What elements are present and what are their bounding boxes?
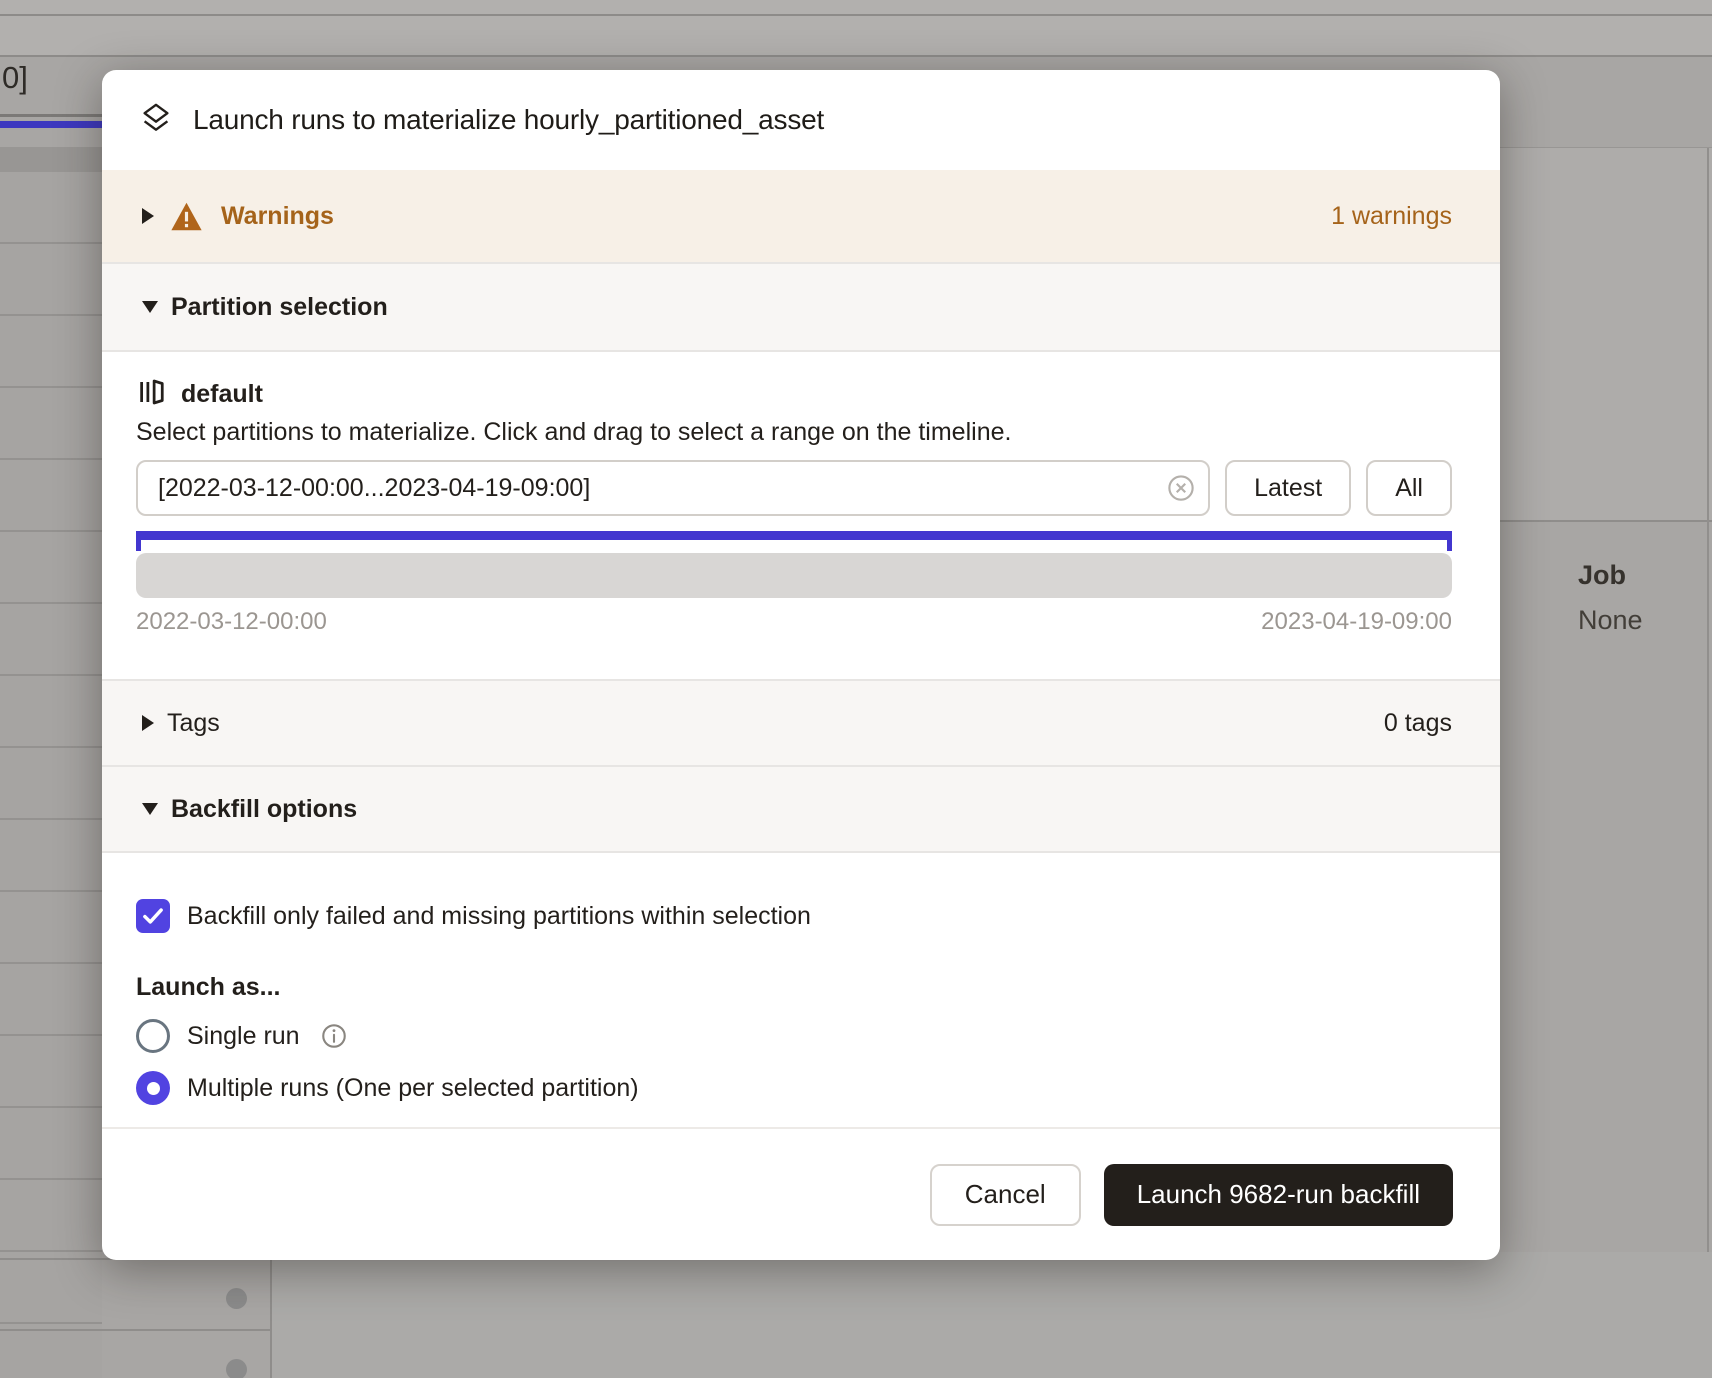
- tags-count: 0 tags: [1384, 709, 1452, 738]
- dialog-footer: Cancel Launch 9682-run backfill: [102, 1127, 1500, 1260]
- background-job-column-header: Job: [1578, 560, 1626, 591]
- selection-start-handle[interactable]: [136, 531, 141, 551]
- single-run-label: Single run: [187, 1022, 300, 1051]
- partition-range-input-wrap: [136, 460, 1210, 516]
- warnings-count: 1 warnings: [1331, 202, 1452, 231]
- background-divider: [1500, 520, 1712, 522]
- launch-backfill-dialog: Launch runs to materialize hourly_partit…: [102, 70, 1500, 1260]
- partition-selection-description: Select partitions to materialize. Click …: [136, 418, 1452, 447]
- timeline-end-label: 2023-04-19-09:00: [1261, 608, 1452, 636]
- chevron-right-icon[interactable]: [142, 715, 154, 731]
- backfill-only-failed-row[interactable]: Backfill only failed and missing partiti…: [136, 899, 1452, 933]
- tags-title: Tags: [167, 709, 220, 738]
- materialize-icon: [138, 100, 174, 141]
- background-divider: [0, 55, 1712, 57]
- background-divider: [1707, 148, 1709, 1378]
- background-divider: [0, 14, 1712, 16]
- backfill-only-failed-checkbox[interactable]: [136, 899, 170, 933]
- multiple-runs-label: Multiple runs (One per selected partitio…: [187, 1074, 639, 1103]
- clear-selection-icon[interactable]: [1166, 473, 1196, 503]
- partition-range-input[interactable]: [136, 460, 1210, 516]
- timeline-selection-bar[interactable]: [136, 531, 1452, 540]
- info-icon[interactable]: [320, 1022, 348, 1050]
- background-table-rows: [0, 172, 102, 1378]
- tags-section-header[interactable]: Tags 0 tags: [102, 679, 1500, 767]
- backfill-options-content: Backfill only failed and missing partiti…: [102, 853, 1500, 1127]
- warnings-section-header[interactable]: Warnings 1 warnings: [102, 170, 1500, 262]
- partition-range-row: Latest All: [136, 460, 1452, 516]
- background-rule: [0, 114, 102, 117]
- background-bottom-panel: [272, 1252, 1712, 1378]
- latest-button[interactable]: Latest: [1225, 460, 1351, 516]
- background-accent-rule: [0, 121, 102, 128]
- screen: 0] Job None Launch runs to materialize h…: [0, 0, 1712, 1378]
- background-status-dot: [226, 1288, 247, 1309]
- backfill-options-title: Backfill options: [171, 795, 357, 824]
- partition-selection-content: default Select partitions to materialize…: [102, 352, 1500, 679]
- single-run-option[interactable]: Single run: [136, 1018, 1452, 1054]
- background-partial-text: 0]: [2, 60, 28, 96]
- partition-timeline-track[interactable]: [136, 553, 1452, 598]
- multiple-runs-radio[interactable]: [136, 1071, 170, 1105]
- backfill-only-failed-label: Backfill only failed and missing partiti…: [187, 902, 811, 931]
- partition-selection-section-header[interactable]: Partition selection: [102, 262, 1500, 352]
- partition-selection-title: Partition selection: [171, 293, 388, 322]
- background-job-column-value: None: [1578, 605, 1643, 636]
- warning-icon: [170, 201, 203, 232]
- partition-dimension-name: default: [181, 380, 263, 409]
- warnings-label: Warnings: [221, 202, 334, 231]
- background-divider: [0, 1329, 271, 1331]
- background-divider: [270, 1252, 272, 1378]
- chevron-right-icon[interactable]: [142, 208, 154, 224]
- backfill-options-section-header[interactable]: Backfill options: [102, 767, 1500, 853]
- background-top-band: [0, 0, 1712, 55]
- partition-dimension-icon: [136, 377, 166, 412]
- dialog-header: Launch runs to materialize hourly_partit…: [102, 70, 1500, 170]
- timeline-date-labels: 2022-03-12-00:00 2023-04-19-09:00: [136, 608, 1452, 636]
- multiple-runs-option[interactable]: Multiple runs (One per selected partitio…: [136, 1070, 1452, 1106]
- selection-end-handle[interactable]: [1447, 531, 1452, 551]
- single-run-radio[interactable]: [136, 1019, 170, 1053]
- launch-backfill-button[interactable]: Launch 9682-run backfill: [1104, 1164, 1453, 1226]
- chevron-down-icon[interactable]: [142, 803, 158, 815]
- launch-as-label: Launch as...: [136, 973, 1452, 1002]
- all-button[interactable]: All: [1366, 460, 1452, 516]
- dialog-title: Launch runs to materialize hourly_partit…: [193, 104, 824, 136]
- background-status-dot: [226, 1359, 247, 1378]
- cancel-button[interactable]: Cancel: [930, 1164, 1081, 1226]
- partition-dimension-row: default: [136, 376, 1452, 412]
- chevron-down-icon[interactable]: [142, 301, 158, 313]
- timeline-start-label: 2022-03-12-00:00: [136, 608, 327, 636]
- background-right-panel: [1500, 148, 1712, 522]
